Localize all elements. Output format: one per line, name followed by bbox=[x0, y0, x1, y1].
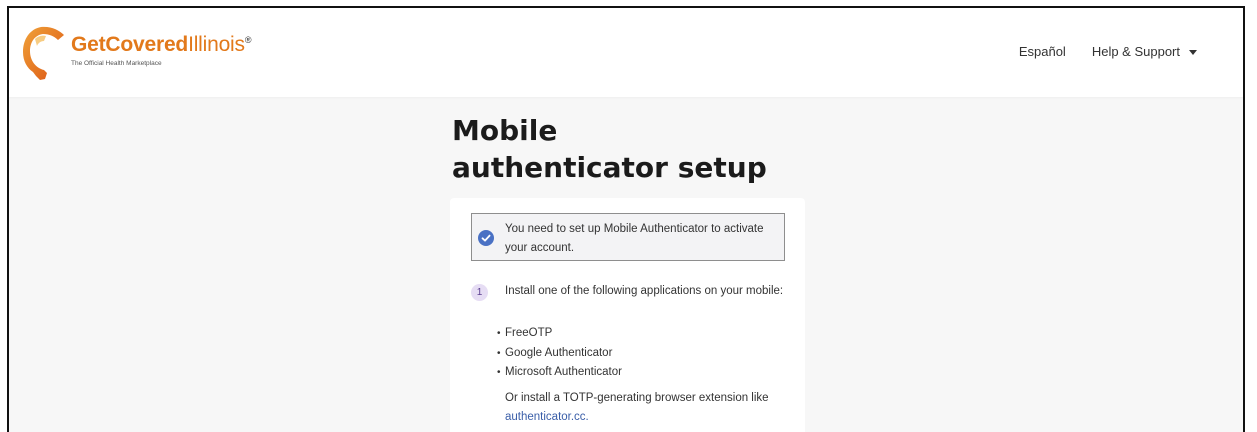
chevron-down-icon bbox=[1189, 49, 1197, 55]
list-item: Google Authenticator bbox=[497, 344, 622, 364]
alert-message: You need to set up Mobile Authenticator … bbox=[505, 223, 764, 254]
list-item: Microsoft Authenticator bbox=[497, 363, 622, 383]
step-number-badge: 1 bbox=[471, 284, 488, 301]
logo-word-covered: Covered bbox=[105, 33, 189, 56]
help-support-menu[interactable]: Help & Support bbox=[1092, 44, 1197, 59]
step-instruction: Install one of the following application… bbox=[505, 285, 784, 297]
logo-tagline: The Official Health Marketplace bbox=[71, 60, 162, 67]
browser-extension-note: Or install a TOTP-generating browser ext… bbox=[505, 389, 795, 427]
logo-word-illinois: Illinois bbox=[188, 33, 245, 56]
list-item: FreeOTP bbox=[497, 324, 622, 344]
authenticator-cc-link[interactable]: authenticator.cc. bbox=[505, 411, 589, 423]
get-covered-illinois-logo[interactable]: GetCoveredIllinois® The Official Health … bbox=[21, 25, 291, 81]
language-toggle-link[interactable]: Español bbox=[1019, 44, 1066, 59]
authenticator-app-list: FreeOTP Google Authenticator Microsoft A… bbox=[497, 324, 622, 383]
logo-registered-mark: ® bbox=[244, 35, 252, 45]
site-header: GetCoveredIllinois® The Official Health … bbox=[9, 8, 1243, 97]
logo-wordmark: GetCoveredIllinois® bbox=[71, 33, 251, 57]
logo-word-get: Get bbox=[71, 33, 106, 56]
note-text: Or install a TOTP-generating browser ext… bbox=[505, 392, 769, 404]
help-support-label: Help & Support bbox=[1091, 44, 1180, 59]
page-title: Mobile authenticator setup bbox=[452, 114, 767, 184]
header-nav: Español Help & Support bbox=[1019, 44, 1197, 59]
setup-card: You need to set up Mobile Authenticator … bbox=[450, 198, 805, 432]
browser-viewport: GetCoveredIllinois® The Official Health … bbox=[7, 6, 1245, 432]
info-alert: You need to set up Mobile Authenticator … bbox=[471, 213, 785, 261]
illinois-map-logo-icon bbox=[23, 26, 64, 80]
check-circle-icon bbox=[478, 230, 494, 246]
